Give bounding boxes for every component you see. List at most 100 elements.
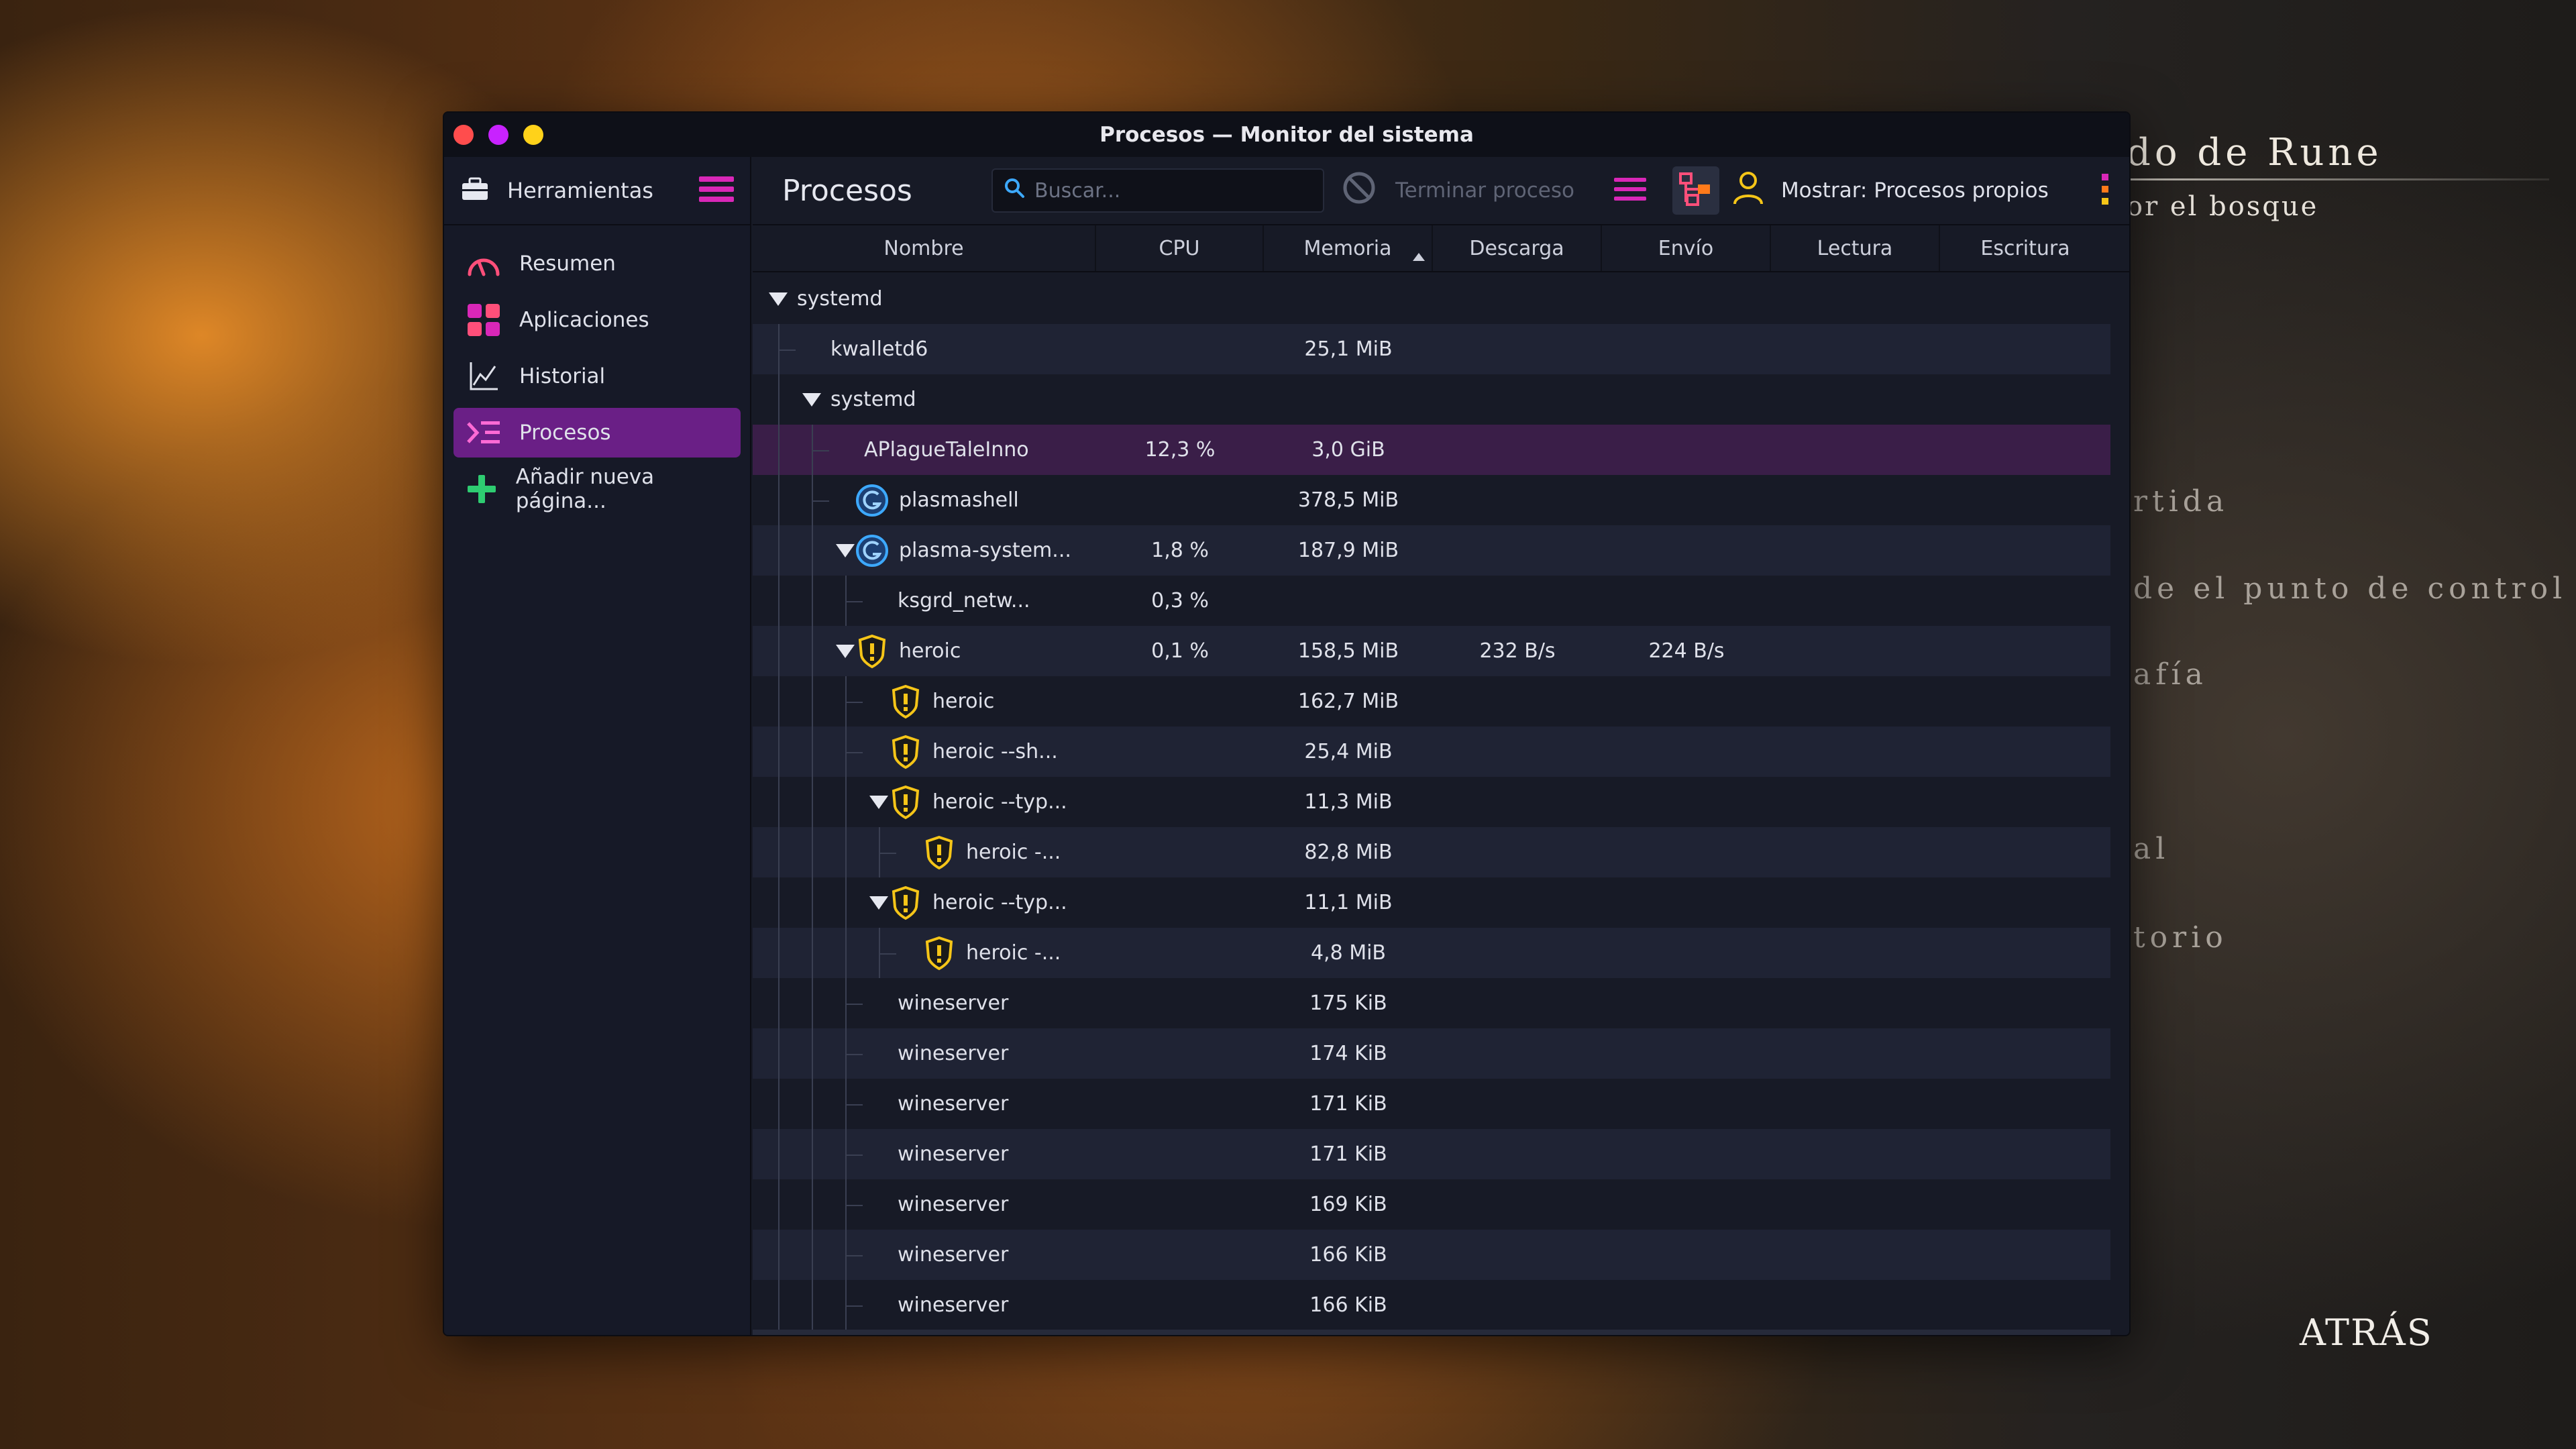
terminate-process-button[interactable]: Terminar proceso bbox=[1342, 170, 1574, 211]
search-input[interactable]: Buscar... bbox=[991, 168, 1324, 213]
list-view-button[interactable] bbox=[1607, 166, 1654, 215]
table-row[interactable]: heroic --typ... 11,3 MiB bbox=[753, 777, 2110, 827]
tree-branch-line bbox=[812, 449, 829, 451]
maximize-button[interactable] bbox=[523, 125, 543, 145]
sidebar-item-historial[interactable]: Historial bbox=[453, 352, 741, 401]
cpu-cell bbox=[1096, 324, 1264, 374]
hamburger-menu-icon[interactable] bbox=[699, 175, 734, 206]
upload-cell bbox=[1602, 1179, 1771, 1230]
process-name-cell: kwalletd6 bbox=[753, 324, 1096, 374]
column-header-memory-label: Memoria bbox=[1303, 236, 1392, 260]
cpu-cell bbox=[1096, 978, 1264, 1028]
tree-guide-line bbox=[812, 1129, 813, 1179]
tree-branch-line bbox=[845, 1154, 863, 1156]
tree-branch-line bbox=[845, 1053, 863, 1055]
column-header-read[interactable]: Lectura bbox=[1771, 225, 1940, 271]
memory-cell: 11,3 MiB bbox=[1304, 790, 1393, 814]
title-bar[interactable]: Procesos — Monitor del sistema bbox=[444, 113, 2129, 157]
show-filter-dropdown[interactable]: Mostrar: Procesos propios bbox=[1733, 170, 2049, 211]
table-row[interactable]: ksgrd_netw... 0,3 % bbox=[753, 576, 2110, 626]
table-row[interactable]: wineserver 175 KiB bbox=[753, 978, 2110, 1028]
table-row[interactable]: heroic -... 4,8 MiB bbox=[753, 928, 2110, 978]
column-header-memory[interactable]: Memoria bbox=[1264, 225, 1433, 271]
column-header-write[interactable]: Escritura bbox=[1940, 225, 2110, 271]
expand-toggle-icon[interactable] bbox=[869, 896, 888, 910]
vertical-scrollbar[interactable] bbox=[2110, 274, 2129, 1335]
table-row[interactable]: wineserver 169 KiB bbox=[753, 1179, 2110, 1230]
table-row[interactable]: plasma-system... 1,8 % 187,9 MiB bbox=[753, 525, 2110, 576]
tree-branch-line bbox=[845, 1305, 863, 1307]
horizontal-scrollbar[interactable] bbox=[753, 1330, 2110, 1335]
column-header-cpu[interactable]: CPU bbox=[1096, 225, 1264, 271]
memory-cell: 171 KiB bbox=[1309, 1142, 1387, 1166]
process-name-cell: wineserver bbox=[753, 1028, 1096, 1079]
process-name: heroic bbox=[932, 690, 995, 713]
process-name: wineserver bbox=[898, 1042, 1009, 1065]
table-row[interactable]: heroic --sh... 25,4 MiB bbox=[753, 727, 2110, 777]
process-name: wineserver bbox=[898, 991, 1009, 1015]
game-menu-item[interactable]: rtida bbox=[2133, 484, 2229, 519]
game-menu-item[interactable]: de el punto de control bbox=[2133, 572, 2567, 606]
upload-cell bbox=[1602, 374, 1771, 425]
table-row[interactable]: APlagueTaleInno 12,3 % 3,0 GiB bbox=[753, 425, 2110, 475]
table-row[interactable]: heroic 0,1 % 158,5 MiB 232 B/s 224 B/s bbox=[753, 626, 2110, 676]
table-row[interactable]: wineserver 171 KiB bbox=[753, 1129, 2110, 1179]
cpu-cell: 0,3 % bbox=[1151, 589, 1209, 612]
process-tree: systemd kwalletd6 25,1 MiB systemd APlagueTa… bbox=[753, 274, 2110, 1335]
column-header-download[interactable]: Descarga bbox=[1433, 225, 1602, 271]
expand-toggle-icon[interactable] bbox=[869, 795, 888, 809]
tree-branch-line bbox=[879, 953, 896, 955]
kebab-menu-icon[interactable] bbox=[2101, 172, 2109, 209]
process-name: heroic -... bbox=[966, 941, 1061, 965]
game-back-button[interactable]: ATRÁS bbox=[2300, 1311, 2433, 1354]
download-cell bbox=[1433, 928, 1602, 978]
tree-guide-line bbox=[778, 475, 780, 525]
process-name-cell: APlagueTaleInno bbox=[753, 425, 1096, 475]
tree-guide-line bbox=[812, 877, 813, 928]
cpu-cell: 12,3 % bbox=[1144, 438, 1216, 462]
table-row[interactable]: wineserver 174 KiB bbox=[753, 1028, 2110, 1079]
table-row[interactable]: wineserver 166 KiB bbox=[753, 1280, 2110, 1330]
upload-cell bbox=[1602, 928, 1771, 978]
expand-toggle-icon[interactable] bbox=[802, 392, 821, 407]
table-row[interactable]: heroic 162,7 MiB bbox=[753, 676, 2110, 727]
column-header-name[interactable]: Nombre bbox=[753, 225, 1096, 271]
game-menu-item[interactable]: torio bbox=[2133, 920, 2228, 955]
table-row[interactable]: heroic --typ... 11,1 MiB bbox=[753, 877, 2110, 928]
upload-cell bbox=[1602, 877, 1771, 928]
tree-guide-line bbox=[778, 1028, 780, 1079]
minimize-button[interactable] bbox=[488, 125, 508, 145]
game-menu-item[interactable]: al bbox=[2133, 832, 2169, 866]
table-row[interactable]: plasmashell 378,5 MiB bbox=[753, 475, 2110, 525]
sidebar-item-add-page[interactable]: Añadir nueva página... bbox=[453, 464, 741, 514]
table-row[interactable]: systemd bbox=[753, 274, 2110, 324]
speedometer-icon bbox=[464, 244, 503, 283]
cpu-cell bbox=[1096, 374, 1264, 425]
process-name-cell: plasmashell bbox=[753, 475, 1096, 525]
search-icon bbox=[1004, 177, 1025, 204]
table-row[interactable]: heroic -... 82,8 MiB bbox=[753, 827, 2110, 877]
table-row[interactable]: wineserver 171 KiB bbox=[753, 1079, 2110, 1129]
expand-toggle-icon[interactable] bbox=[836, 543, 855, 557]
download-cell bbox=[1433, 1280, 1602, 1330]
download-cell bbox=[1433, 374, 1602, 425]
table-row[interactable]: kwalletd6 25,1 MiB bbox=[753, 324, 2110, 374]
tree-guide-line bbox=[812, 1280, 813, 1330]
tree-guide-line bbox=[778, 928, 780, 978]
memory-cell: 25,4 MiB bbox=[1304, 740, 1393, 763]
column-header-upload[interactable]: Envío bbox=[1602, 225, 1771, 271]
download-cell bbox=[1433, 727, 1602, 777]
heroic-shield-icon bbox=[855, 634, 890, 669]
expand-toggle-icon[interactable] bbox=[769, 292, 788, 306]
expand-toggle-icon[interactable] bbox=[836, 644, 855, 658]
memory-cell: 166 KiB bbox=[1309, 1243, 1387, 1267]
sidebar-item-procesos[interactable]: Procesos bbox=[453, 408, 741, 458]
sidebar-item-resumen[interactable]: Resumen bbox=[453, 239, 741, 288]
close-button[interactable] bbox=[453, 125, 474, 145]
sidebar-item-aplicaciones[interactable]: Aplicaciones bbox=[453, 295, 741, 345]
tree-view-button[interactable] bbox=[1672, 166, 1719, 215]
game-menu-item[interactable]: afía bbox=[2133, 657, 2208, 692]
table-row[interactable]: wineserver 166 KiB bbox=[753, 1230, 2110, 1280]
toolbox-icon bbox=[460, 176, 490, 205]
table-row[interactable]: systemd bbox=[753, 374, 2110, 425]
